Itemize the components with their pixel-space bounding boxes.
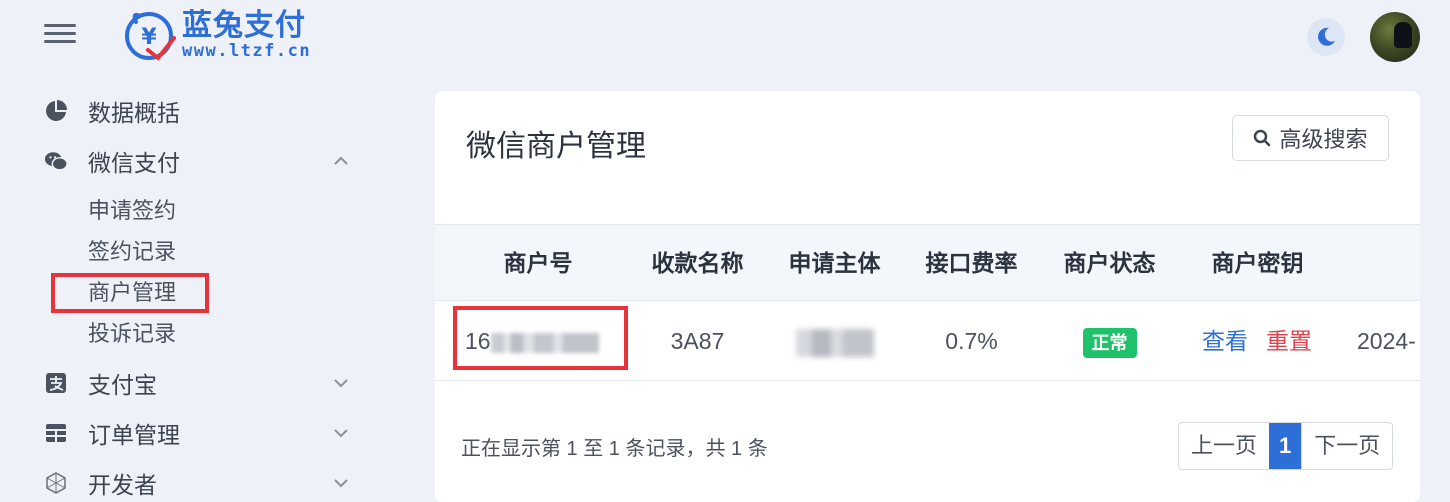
prev-page-button[interactable]: 上一页 (1179, 423, 1269, 469)
view-key-link[interactable]: 查看 (1202, 328, 1248, 354)
sidebar-item-label: 数据概括 (88, 100, 180, 126)
sidebar-subitem-complaints[interactable]: 投诉记录 (0, 311, 370, 352)
sidebar-item-developer[interactable]: 开发者 (0, 458, 370, 502)
sidebar-item-label: 支付宝 (88, 372, 157, 398)
sidebar-subitem-apply[interactable]: 申请签约 (0, 188, 370, 229)
column-header[interactable]: 申请主体 (772, 225, 897, 302)
sidebar-item-label: 开发者 (88, 472, 157, 498)
advanced-search-label: 高级搜索 (1279, 127, 1368, 152)
logo-title: 蓝兔支付 (182, 9, 306, 42)
column-header[interactable]: 商户密钥 (1195, 225, 1320, 302)
receiver-name-cell: 3A87 (670, 328, 725, 354)
chevron-down-icon (334, 429, 348, 438)
sidebar-item-dashboard[interactable]: 数据概括 (0, 86, 370, 136)
page-title: 微信商户管理 (466, 130, 646, 163)
status-cell: 正常 (1047, 301, 1172, 381)
annotation-highlight-merchant-no (453, 306, 628, 370)
advanced-search-button[interactable]: 高级搜索 (1232, 115, 1389, 161)
sidebar-item-label: 订单管理 (88, 422, 180, 448)
reset-key-link[interactable]: 重置 (1266, 328, 1312, 354)
menu-toggle-icon[interactable] (44, 24, 76, 44)
sidebar-subitem-sign-records[interactable]: 签约记录 (0, 229, 370, 270)
status-badge: 正常 (1082, 327, 1137, 358)
secret-key-cell: 查看 重置 (1177, 301, 1337, 381)
avatar[interactable] (1370, 12, 1420, 62)
search-icon (1254, 129, 1271, 147)
sidebar-item-label: 微信支付 (88, 150, 180, 176)
sidebar-item-orders[interactable]: 订单管理 (0, 408, 370, 458)
alipay-icon (44, 371, 68, 395)
fee-rate-cell: 0.7% (945, 328, 998, 354)
moon-icon (1318, 27, 1335, 46)
table-icon (44, 421, 68, 445)
pagination: 上一页 1 下一页 (1178, 422, 1394, 470)
column-header[interactable]: 商户状态 (1047, 225, 1172, 302)
chevron-up-icon (334, 156, 348, 165)
table-header: 商户号 收款名称 申请主体 接口费率 商户状态 商户密钥 (435, 224, 1420, 301)
annotation-highlight-sidebar (51, 273, 209, 313)
wechat-icon (44, 149, 68, 173)
applicant-cell (772, 301, 897, 381)
column-header[interactable]: 接口费率 (909, 225, 1034, 302)
chevron-down-icon (334, 479, 348, 488)
hexagon-icon (44, 471, 68, 495)
date-cell: 2024- (1357, 328, 1416, 354)
dark-mode-toggle[interactable] (1307, 18, 1345, 56)
redacted-text (795, 328, 874, 357)
pagination-info: 正在显示第 1 至 1 条记录，共 1 条 (461, 438, 768, 460)
logo: ¥ 蓝兔支付 www.ltzf.cn (122, 8, 311, 62)
column-header[interactable]: 收款名称 (635, 225, 760, 302)
next-page-button[interactable]: 下一页 (1301, 423, 1392, 469)
merchant-card: 微信商户管理 高级搜索 商户号 收款名称 申请主体 接口费率 商户状态 商户密钥… (435, 91, 1420, 502)
pie-chart-icon (44, 99, 68, 123)
column-header[interactable]: 商户号 (463, 225, 613, 302)
sidebar-item-alipay[interactable]: 支付宝 (0, 358, 370, 408)
chevron-down-icon (334, 379, 348, 388)
logo-url: www.ltzf.cn (182, 41, 312, 61)
sidebar-item-wechat-pay[interactable]: 微信支付 (0, 136, 370, 186)
page-1-button[interactable]: 1 (1269, 423, 1302, 469)
logo-icon: ¥ (125, 12, 176, 61)
svg-text:¥: ¥ (141, 25, 157, 50)
